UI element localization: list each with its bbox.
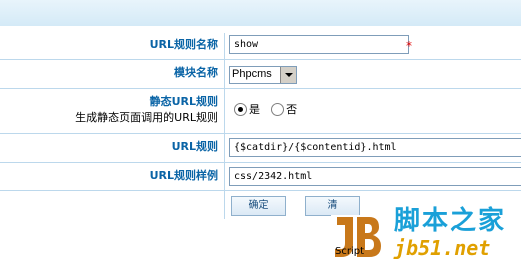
label-module-name: 模块名称 xyxy=(174,66,218,79)
row-url-rule: URL规则 {$catdir}/{$contentid}.html xyxy=(0,134,521,163)
url-example-input[interactable]: css/2342.html xyxy=(229,167,521,186)
label-static-rule: 静态URL规则 生成静态页面调用的URL规则 xyxy=(0,89,222,133)
row-url-rule-name: URL规则名称 show * xyxy=(0,33,521,60)
top-banner xyxy=(0,0,521,26)
watermark-script: Script xyxy=(335,246,365,257)
confirm-button[interactable]: 确定 xyxy=(231,196,286,216)
row-url-example: URL规则样例 css/2342.html xyxy=(0,163,521,191)
radio-no[interactable] xyxy=(271,103,285,116)
module-select-value: Phpcms xyxy=(232,68,272,80)
required-asterisk: * xyxy=(406,39,412,53)
watermark-url: jb51.net xyxy=(394,236,491,260)
static-rule-hint: 生成静态页面调用的URL规则 xyxy=(75,111,218,124)
watermark-cn: 脚本之家 xyxy=(394,206,507,236)
static-rule-title: 静态URL规则 xyxy=(149,95,218,108)
chevron-down-icon[interactable] xyxy=(280,67,296,83)
clear-button[interactable]: 清 xyxy=(305,196,360,216)
label-url-rule-name: URL规则名称 xyxy=(149,38,218,51)
radio-yes-label: 是 xyxy=(249,102,260,116)
radio-yes[interactable] xyxy=(234,103,247,116)
url-rule-name-input[interactable]: show xyxy=(229,35,409,54)
label-url-rule: URL规则 xyxy=(171,140,218,153)
row-static-rule: 静态URL规则 生成静态页面调用的URL规则 是 否 xyxy=(0,89,521,134)
radio-no-label: 否 xyxy=(286,102,298,116)
label-url-example: URL规则样例 xyxy=(149,169,218,182)
module-select[interactable]: Phpcms xyxy=(229,66,297,84)
url-rule-input[interactable]: {$catdir}/{$contentid}.html xyxy=(229,138,521,157)
row-module-name: 模块名称 Phpcms xyxy=(0,60,521,89)
